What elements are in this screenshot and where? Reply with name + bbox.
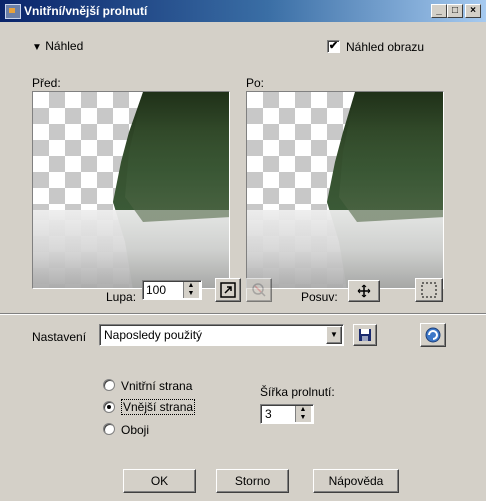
zoom-to-fit-icon: [220, 282, 236, 298]
settings-selected: Naposledy použitý: [104, 328, 203, 342]
pan-button[interactable]: [348, 280, 380, 302]
preview-toggle-label: Náhled: [45, 39, 84, 53]
radio-inside-label: Vnitřní strana: [121, 379, 193, 393]
close-button[interactable]: ×: [465, 4, 481, 18]
marquee-icon: [421, 282, 437, 298]
zoom-disabled-icon: [252, 283, 266, 297]
zoom-up-icon[interactable]: ▲: [184, 282, 198, 289]
feather-width-label: Šířka prolnutí:: [260, 385, 335, 399]
zoom-off-button[interactable]: [246, 278, 272, 302]
save-preset-button[interactable]: [353, 324, 377, 346]
before-preview[interactable]: [32, 91, 230, 289]
separator: [0, 313, 486, 315]
after-label: Po:: [246, 76, 265, 90]
settings-label: Nastavení: [32, 330, 87, 344]
before-label: Před:: [32, 76, 61, 90]
zoom-value: 100: [146, 283, 167, 297]
feather-width-field[interactable]: 3 ▲ ▼: [260, 404, 314, 424]
pan-label: Posuv:: [301, 290, 338, 304]
after-image: [247, 92, 443, 288]
feather-width-spinner[interactable]: ▲ ▼: [295, 406, 311, 422]
settings-dropdown[interactable]: Naposledy použitý ▼: [99, 324, 344, 346]
floppy-disk-icon: [359, 329, 371, 341]
feather-width-value: 3: [265, 407, 272, 421]
radio-outside[interactable]: [103, 401, 115, 413]
ok-button[interactable]: OK: [123, 469, 196, 493]
zoom-label: Lupa:: [106, 290, 137, 304]
feather-down-icon[interactable]: ▼: [296, 414, 310, 421]
help-button[interactable]: Nápověda: [313, 469, 399, 493]
before-image: [33, 92, 229, 288]
zoom-spinner[interactable]: ▲ ▼: [183, 282, 199, 298]
reset-icon: [425, 327, 441, 343]
preview-image-label: Náhled obrazu: [346, 40, 425, 54]
radio-inside[interactable]: [103, 379, 115, 391]
maximize-button[interactable]: □: [447, 4, 463, 18]
preview-toggle[interactable]: ▼ Náhled: [32, 39, 83, 53]
reset-button[interactable]: [420, 323, 446, 347]
app-icon: [5, 4, 21, 19]
selection-button[interactable]: [415, 278, 443, 302]
minimize-button[interactable]: _: [431, 4, 447, 18]
feather-up-icon[interactable]: ▲: [296, 406, 310, 413]
radio-both-label: Oboji: [121, 423, 150, 437]
window-title: Vnitřní/vnější prolnutí: [24, 4, 148, 18]
zoom-field[interactable]: 100 ▲ ▼: [142, 280, 202, 300]
cancel-button[interactable]: Storno: [216, 469, 289, 493]
zoom-down-icon[interactable]: ▼: [184, 290, 198, 297]
radio-outside-label: Vnější strana: [121, 399, 196, 415]
radio-both[interactable]: [103, 423, 115, 435]
move-icon: [357, 284, 371, 298]
dropdown-arrow-icon[interactable]: ▼: [326, 326, 342, 344]
preview-image-checkbox[interactable]: ✔: [327, 40, 340, 53]
title-bar[interactable]: Vnitřní/vnější prolnutí _ □ ×: [0, 0, 486, 22]
zoom-to-fit-button[interactable]: [215, 278, 241, 302]
collapse-arrow-icon: ▼: [32, 42, 42, 53]
after-preview[interactable]: [246, 91, 444, 289]
